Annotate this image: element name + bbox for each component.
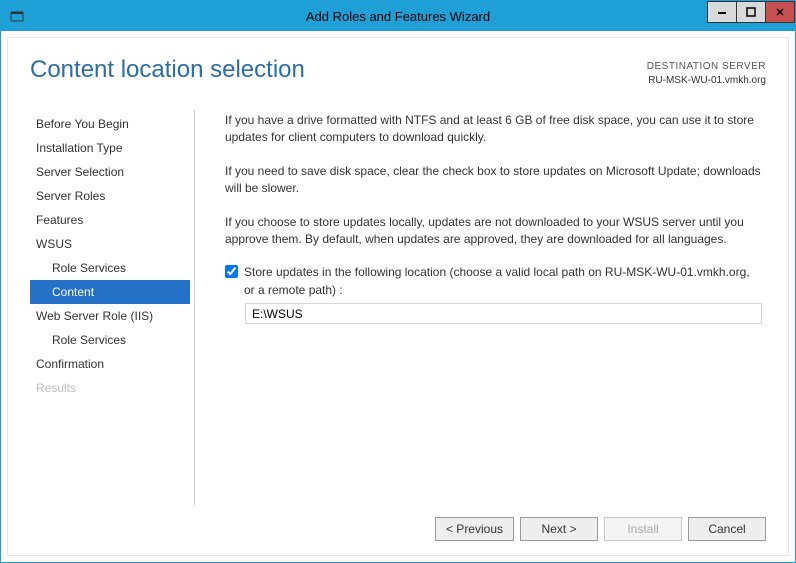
destination-label: DESTINATION SERVER xyxy=(647,60,766,74)
page-title: Content location selection xyxy=(30,56,305,84)
window-title: Add Roles and Features Wizard xyxy=(1,9,795,24)
titlebar: Add Roles and Features Wizard xyxy=(1,1,795,31)
sidebar-item-role-services[interactable]: Role Services xyxy=(30,328,190,352)
sidebar-item-wsus[interactable]: WSUS xyxy=(30,232,190,256)
intro-paragraph-2: If you need to save disk space, clear th… xyxy=(225,163,762,198)
sidebar-item-role-services[interactable]: Role Services xyxy=(30,256,190,280)
previous-button[interactable]: < Previous xyxy=(435,517,514,541)
sidebar-item-installation-type[interactable]: Installation Type xyxy=(30,136,190,160)
wizard-footer: < Previous Next > Install Cancel xyxy=(30,505,766,541)
sidebar-item-features[interactable]: Features xyxy=(30,208,190,232)
close-button[interactable] xyxy=(765,1,795,23)
intro-paragraph-1: If you have a drive formatted with NTFS … xyxy=(225,112,762,147)
app-icon xyxy=(9,8,25,24)
next-button[interactable]: Next > xyxy=(520,517,598,541)
intro-paragraph-3: If you choose to store updates locally, … xyxy=(225,214,762,249)
wizard-window: Add Roles and Features Wizard Content lo… xyxy=(0,0,796,563)
content-wrap: Content location selection DESTINATION S… xyxy=(1,31,795,562)
cancel-button[interactable]: Cancel xyxy=(688,517,766,541)
window-controls xyxy=(708,1,795,23)
sidebar-item-server-roles[interactable]: Server Roles xyxy=(30,184,190,208)
sidebar-item-results: Results xyxy=(30,376,190,400)
sidebar-item-content[interactable]: Content xyxy=(30,280,190,304)
sidebar-item-web-server-role-iis[interactable]: Web Server Role (IIS) xyxy=(30,304,190,328)
store-path-input[interactable] xyxy=(245,303,762,324)
minimize-button[interactable] xyxy=(707,1,737,23)
destination-server: RU-MSK-WU-01.vmkh.org xyxy=(647,74,766,88)
maximize-button[interactable] xyxy=(736,1,766,23)
wizard-steps-sidebar: Before You BeginInstallation TypeServer … xyxy=(30,110,195,505)
wizard-body: Content location selection DESTINATION S… xyxy=(7,37,789,556)
store-updates-checkbox[interactable] xyxy=(225,265,238,278)
install-button[interactable]: Install xyxy=(604,517,682,541)
store-updates-label[interactable]: Store updates in the following location … xyxy=(244,264,762,299)
sidebar-item-before-you-begin[interactable]: Before You Begin xyxy=(30,112,190,136)
header-row: Content location selection DESTINATION S… xyxy=(30,56,766,88)
store-updates-row: Store updates in the following location … xyxy=(225,264,762,299)
sidebar-item-confirmation[interactable]: Confirmation xyxy=(30,352,190,376)
body-row: Before You BeginInstallation TypeServer … xyxy=(30,110,766,505)
main-panel: If you have a drive formatted with NTFS … xyxy=(195,110,766,505)
destination-block: DESTINATION SERVER RU-MSK-WU-01.vmkh.org xyxy=(647,60,766,88)
sidebar-item-server-selection[interactable]: Server Selection xyxy=(30,160,190,184)
